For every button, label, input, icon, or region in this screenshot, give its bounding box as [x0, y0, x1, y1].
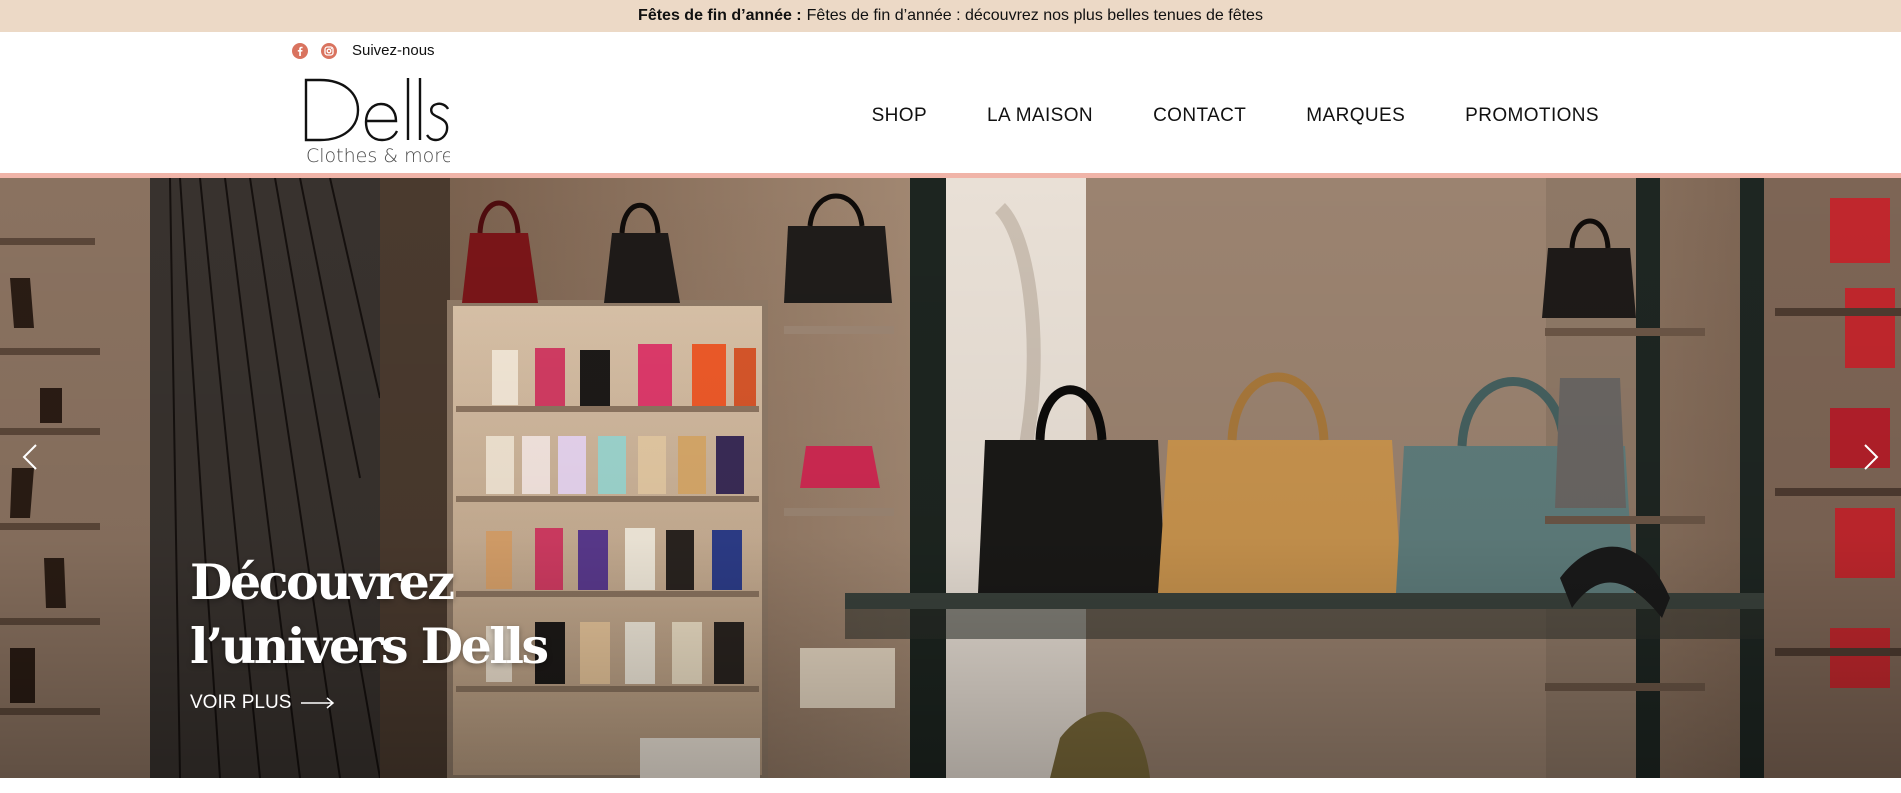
voir-plus-label: VOIR PLUS: [190, 692, 292, 713]
slider-next-arrow[interactable]: [1855, 440, 1885, 474]
hero-title-line-1: Découvrez: [190, 553, 455, 611]
nav-marques[interactable]: MARQUES: [1306, 105, 1405, 127]
hero-title: Découvrez l’univers Dells: [190, 550, 549, 678]
voir-plus-link[interactable]: VOIR PLUS: [190, 692, 547, 714]
main-nav: SHOP LA MAISON CONTACT MARQUES PROMOTION…: [872, 105, 1599, 127]
long-arrow-right-icon: [301, 697, 335, 709]
nav-shop[interactable]: SHOP: [872, 105, 927, 127]
logo[interactable]: Clothes & more: [300, 76, 450, 166]
nav-contact[interactable]: CONTACT: [1153, 105, 1246, 127]
social-links: Suivez-nous: [292, 42, 435, 59]
hero-content: Découvrez l’univers Dells VOIR PLUS: [190, 550, 549, 714]
nav-promotions[interactable]: PROMOTIONS: [1465, 105, 1599, 127]
logo-tagline: Clothes & more: [306, 145, 450, 166]
slider-prev-arrow[interactable]: [16, 440, 46, 474]
facebook-icon[interactable]: [292, 42, 308, 59]
site-header: Suivez-nous Clothes & more SHOP LA MAISO…: [0, 32, 1901, 178]
announcement-bar: Fêtes de fin d’année : Fêtes de fin d’an…: [0, 0, 1901, 32]
hero-slider: Découvrez l’univers Dells VOIR PLUS: [0, 178, 1901, 778]
hero-title-line-2: l’univers Dells: [190, 617, 549, 675]
social-label: Suivez-nous: [352, 42, 435, 59]
announcement-bold: Fêtes de fin d’année :: [638, 7, 802, 24]
nav-la-maison[interactable]: LA MAISON: [987, 105, 1093, 127]
announcement-text: Fêtes de fin d’année : découvrez nos plu…: [806, 7, 1263, 24]
instagram-icon[interactable]: [321, 42, 337, 59]
